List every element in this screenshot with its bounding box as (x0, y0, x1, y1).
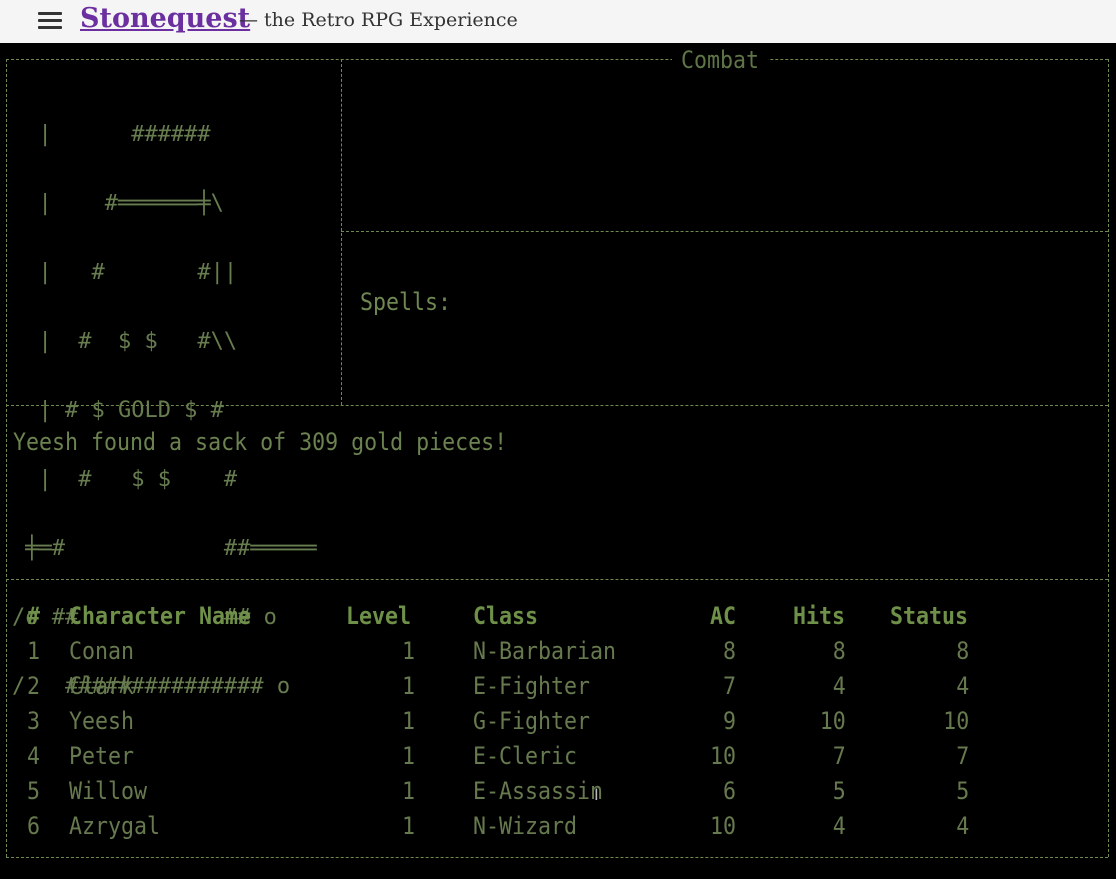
art-line: | # #|| (12, 259, 238, 285)
character-ac: 8 (722, 637, 736, 665)
character-ac: 6 (722, 777, 736, 805)
spells-label: Spells: (360, 288, 452, 316)
column-header-number: # (27, 602, 41, 630)
character-status: 8 (956, 637, 970, 665)
character-name: Azrygal (69, 812, 161, 840)
combat-panel-title: Combat (672, 46, 769, 74)
character-class: N-Wizard (473, 812, 578, 840)
row-number: 6 (27, 812, 41, 840)
character-name: Conan (69, 637, 135, 665)
site-title-link[interactable]: Stonequest (80, 3, 250, 34)
column-header-class: Class (473, 602, 539, 630)
character-level: 1 (401, 742, 415, 770)
combat-spells-divider (341, 231, 1108, 232)
character-ac: 10 (709, 742, 736, 770)
art-line: | # $ GOLD $ # (12, 397, 224, 423)
art-line: | # $ $ # (12, 466, 238, 492)
art-line: ╪═# ##═════ (12, 535, 317, 561)
treasure-ascii-art: | ###### | #══════╪\ | # #|| | # $ $ #\\… (12, 83, 317, 739)
character-hits: 5 (832, 777, 846, 805)
row-number: 2 (27, 672, 41, 700)
character-ac: 9 (722, 707, 736, 735)
character-hits: 4 (832, 672, 846, 700)
character-class: N-Barbarian (473, 637, 617, 665)
row-number: 1 (27, 637, 41, 665)
character-class: E-Fighter (473, 672, 591, 700)
frame-left-border (6, 59, 7, 857)
character-level: 1 (401, 637, 415, 665)
column-header-level: Level (346, 602, 412, 630)
art-line: / ############### o (12, 673, 291, 699)
frame-bottom-border (6, 857, 1108, 858)
character-hits: 8 (832, 637, 846, 665)
column-header-hits: Hits (793, 602, 846, 630)
column-header-ac: AC (710, 602, 737, 630)
art-line: | # $ $ #\\ (12, 328, 238, 354)
character-name: Willow (69, 777, 148, 805)
character-hits: 10 (819, 707, 846, 735)
character-class: E-Cleric (473, 742, 578, 770)
character-hits: 4 (832, 812, 846, 840)
character-ac: 10 (709, 812, 736, 840)
character-hits: 7 (832, 742, 846, 770)
character-level: 1 (401, 812, 415, 840)
top-bar: Stonequest — the Retro RPG Experience (0, 0, 1116, 43)
character-status: 7 (956, 742, 970, 770)
character-status: 4 (956, 672, 970, 700)
character-level: 1 (401, 707, 415, 735)
text-cursor-icon: I (594, 785, 599, 804)
art-line: | #══════╪\ (12, 190, 224, 216)
column-header-name: Character Name (69, 602, 252, 630)
character-class: G-Fighter (473, 707, 591, 735)
character-name: Clark (69, 672, 135, 700)
row-number: 5 (27, 777, 41, 805)
character-name: Peter (69, 742, 135, 770)
character-status: 4 (956, 812, 970, 840)
character-ac: 7 (722, 672, 736, 700)
character-status: 10 (943, 707, 970, 735)
art-panel-divider (341, 59, 342, 405)
frame-right-border (1108, 59, 1109, 857)
character-status: 5 (956, 777, 970, 805)
character-level: 1 (401, 672, 415, 700)
row-number: 3 (27, 707, 41, 735)
art-line: | ###### (12, 121, 211, 147)
character-level: 1 (401, 777, 415, 805)
row-number: 4 (27, 742, 41, 770)
frame-top-border (6, 59, 1108, 60)
column-header-status: Status (890, 602, 969, 630)
site-tagline: — the Retro RPG Experience (239, 9, 518, 31)
character-name: Yeesh (69, 707, 135, 735)
game-message: Yeesh found a sack of 309 gold pieces! (13, 428, 508, 456)
character-class: E-Assassin (473, 777, 604, 805)
hamburger-menu-icon[interactable] (38, 12, 62, 30)
